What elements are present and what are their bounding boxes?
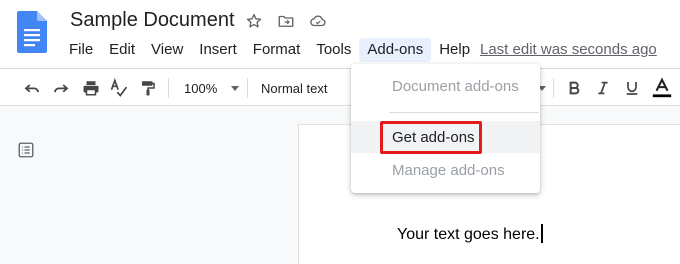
print-icon[interactable] — [81, 78, 101, 98]
title-actions — [245, 12, 327, 30]
app-header: Sample Document File Edit View Insert Fo… — [0, 0, 680, 70]
menu-item-manage-add-ons: Manage add-ons — [392, 161, 505, 179]
paragraph-style-select[interactable]: Normal text — [261, 78, 327, 98]
highlight-box — [380, 121, 482, 154]
toolbar-divider — [168, 78, 169, 98]
body-text: Your text goes here. — [397, 226, 540, 243]
menu-format[interactable]: Format — [245, 38, 309, 62]
menu-bar: File Edit View Insert Format Tools Add-o… — [61, 38, 478, 62]
zoom-select[interactable]: 100% — [184, 78, 240, 98]
menu-file[interactable]: File — [61, 38, 101, 62]
document-body-text[interactable]: Your text goes here. — [397, 224, 543, 244]
document-outline-icon[interactable] — [17, 141, 35, 159]
formatting-toolbar: 100% Normal text — [0, 68, 680, 106]
menu-divider — [389, 112, 539, 113]
star-icon[interactable] — [245, 12, 263, 30]
zoom-value: 100% — [184, 80, 218, 96]
menu-view[interactable]: View — [143, 38, 191, 62]
menu-help[interactable]: Help — [431, 38, 478, 62]
toolbar-divider — [553, 78, 554, 98]
docs-logo-icon[interactable] — [17, 11, 47, 53]
last-edit-link[interactable]: Last edit was seconds ago — [480, 41, 657, 58]
spellcheck-icon[interactable] — [109, 78, 129, 98]
text-color-icon[interactable] — [651, 77, 673, 98]
menu-insert[interactable]: Insert — [191, 38, 245, 62]
menu-tools[interactable]: Tools — [308, 38, 359, 62]
text-cursor — [540, 224, 543, 243]
undo-icon[interactable] — [22, 78, 42, 98]
menu-add-ons[interactable]: Add-ons — [359, 38, 432, 62]
underline-icon[interactable] — [622, 78, 642, 98]
paragraph-style-value: Normal text — [261, 80, 328, 96]
italic-icon[interactable] — [593, 78, 613, 98]
document-title[interactable]: Sample Document — [70, 9, 235, 32]
bold-icon[interactable] — [564, 78, 584, 98]
toolbar-divider — [247, 78, 248, 98]
move-to-folder-icon[interactable] — [277, 12, 295, 30]
chevron-down-icon — [231, 85, 240, 91]
paint-format-icon[interactable] — [138, 78, 158, 98]
cloud-status-icon[interactable] — [309, 12, 327, 30]
menu-edit[interactable]: Edit — [101, 38, 143, 62]
redo-icon[interactable] — [51, 78, 71, 98]
menu-item-document-add-ons: Document add-ons — [392, 77, 519, 95]
